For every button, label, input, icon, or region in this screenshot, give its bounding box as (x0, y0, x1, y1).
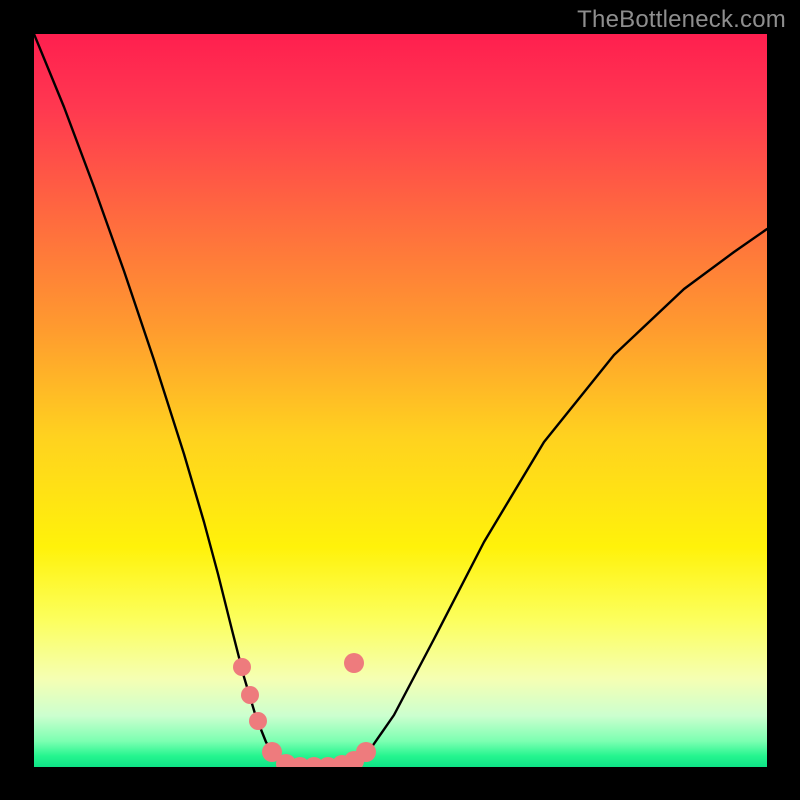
data-dot (241, 686, 259, 704)
data-dot (344, 653, 364, 673)
data-dot (249, 712, 267, 730)
outer-frame: TheBottleneck.com (0, 0, 800, 800)
bottleneck-curve (34, 34, 767, 767)
plot-area (34, 34, 767, 767)
curve-layer (34, 34, 767, 767)
data-dot (233, 658, 251, 676)
data-dot (356, 742, 376, 762)
watermark-text: TheBottleneck.com (577, 6, 786, 34)
